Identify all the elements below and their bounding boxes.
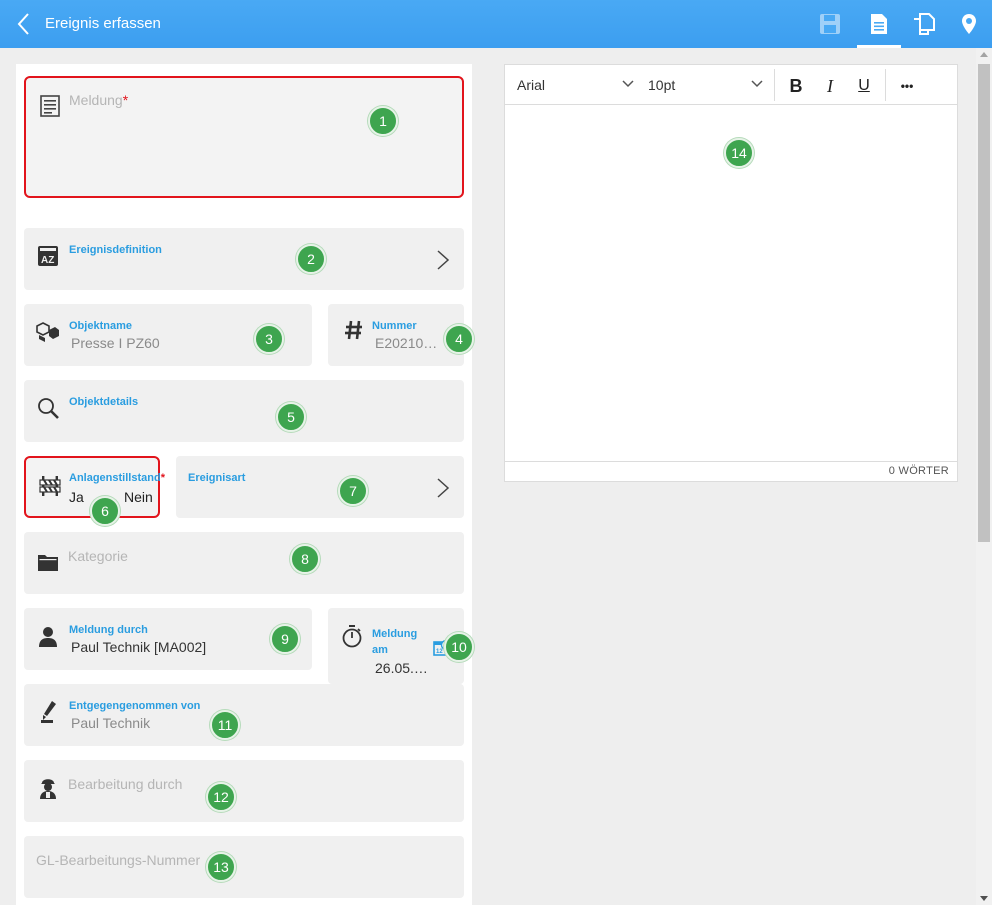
- font-size-select[interactable]: 10pt: [648, 77, 675, 93]
- callout-badge: 5: [276, 402, 306, 432]
- field-label: Objektdetails: [69, 396, 139, 408]
- copy-icon: [914, 13, 935, 35]
- field-label: Entgegengenommen von: [69, 700, 201, 712]
- more-options-button[interactable]: •••: [894, 73, 920, 99]
- field-label: Anlagenstillstand*: [69, 472, 165, 484]
- callout-badge: 11: [210, 710, 240, 740]
- callout-badge: 4: [444, 324, 474, 354]
- ereignisart-field[interactable]: Ereignisart 7: [176, 456, 464, 518]
- word-count: 0 WÖRTER: [888, 465, 949, 477]
- nummer-field[interactable]: Nummer E202105… 4: [328, 304, 474, 366]
- toolbar-divider: [774, 69, 775, 101]
- save-button[interactable]: [808, 0, 852, 48]
- hash-icon: [342, 318, 366, 342]
- callout-badge: 2: [296, 244, 326, 274]
- scrollbar-thumb[interactable]: [978, 64, 990, 542]
- scroll-down-arrow-icon[interactable]: [980, 896, 988, 901]
- bold-button[interactable]: B: [783, 73, 809, 99]
- field-label: Nummer: [372, 320, 417, 332]
- tab-document[interactable]: [857, 0, 901, 48]
- field-value: Paul Technik [MA002]: [71, 639, 207, 655]
- worker-icon: [36, 776, 60, 800]
- anlagenstillstand-field[interactable]: Anlagenstillstand* Ja Nein 6: [24, 456, 165, 526]
- editor-toolbar: Arial 10pt B I U •••: [505, 65, 957, 105]
- svg-text:12: 12: [436, 649, 443, 655]
- person-icon: [36, 625, 60, 649]
- callout-badge: 1: [368, 106, 398, 136]
- chevron-down-icon[interactable]: [622, 79, 634, 89]
- meldung-durch-field[interactable]: Meldung durch Paul Technik [MA002] 9: [24, 608, 312, 670]
- tab-location[interactable]: [947, 0, 991, 48]
- callout-badge: 7: [338, 476, 368, 506]
- document-icon: [871, 14, 887, 34]
- field-label: Ereignisdefinition: [69, 244, 162, 256]
- callout-badge: 9: [270, 624, 300, 654]
- pen-icon: [36, 700, 60, 724]
- field-label: Ereignisart: [188, 472, 246, 484]
- scroll-up-arrow-icon[interactable]: [980, 52, 988, 57]
- chevron-down-icon[interactable]: [751, 79, 763, 89]
- field-label: Meldung am: [372, 628, 418, 656]
- kategorie-field[interactable]: Kategorie 8: [24, 532, 464, 594]
- editor-content-area[interactable]: 14: [505, 106, 957, 462]
- save-icon: [820, 14, 840, 34]
- callout-badge: 3: [254, 324, 284, 354]
- editor-statusbar: 0 WÖRTER: [505, 461, 957, 481]
- stopwatch-icon: [340, 624, 364, 648]
- top-bar: Ereignis erfassen: [0, 0, 992, 48]
- kategorie-placeholder: Kategorie: [68, 548, 128, 564]
- underline-button[interactable]: U: [851, 73, 877, 99]
- text-lines-icon: [38, 94, 62, 118]
- ereignisdefinition-field[interactable]: AZ Ereignisdefinition 2: [24, 228, 464, 290]
- search-icon: [36, 396, 60, 420]
- field-label: Meldung durch: [69, 624, 148, 636]
- chevron-right-icon: [437, 250, 450, 270]
- field-value: Paul Technik: [71, 715, 151, 731]
- barrier-icon: [38, 474, 62, 498]
- italic-button[interactable]: I: [817, 73, 843, 99]
- field-value: 26.05.…: [375, 660, 428, 676]
- meldung-field[interactable]: Meldung* 1: [24, 76, 464, 198]
- entgegengenommen-field[interactable]: Entgegengenommen von Paul Technik 11: [24, 684, 464, 746]
- callout-badge: 13: [206, 852, 236, 882]
- meldung-am-field[interactable]: Meldung am 26.05.… 12 10: [328, 608, 474, 684]
- boxes-icon: [36, 320, 60, 344]
- chevron-right-icon: [437, 478, 450, 498]
- bearbeitung-durch-field[interactable]: Bearbeitung durch 12: [24, 760, 464, 822]
- gl-nummer-placeholder: GL-Bearbeitungs-Nummer: [36, 852, 201, 868]
- form-panel: Meldung* 1 AZ Ereignisdefinition 2 Objek…: [16, 64, 474, 905]
- back-button[interactable]: [8, 8, 38, 40]
- folder-icon: [36, 550, 60, 574]
- toggle-option-no[interactable]: Nein: [124, 489, 153, 505]
- field-value: E202105…: [375, 335, 445, 351]
- callout-badge: 14: [724, 138, 754, 168]
- toggle-option-yes[interactable]: Ja: [69, 489, 84, 505]
- callout-badge: 6: [90, 496, 120, 526]
- svg-text:AZ: AZ: [41, 255, 54, 266]
- az-icon: AZ: [36, 244, 60, 268]
- objektname-field[interactable]: Objektname Presse I PZ60 3: [24, 304, 312, 366]
- toolbar-divider: [885, 69, 886, 101]
- field-label: Objektname: [69, 320, 132, 332]
- field-value: Presse I PZ60: [71, 335, 160, 351]
- gl-nummer-field[interactable]: GL-Bearbeitungs-Nummer 13: [24, 836, 464, 898]
- tab-copy[interactable]: [902, 0, 946, 48]
- meldung-placeholder: Meldung*: [69, 92, 129, 108]
- rich-text-editor: Arial 10pt B I U ••• 14 0 WÖRTER: [504, 64, 958, 482]
- page-title: Ereignis erfassen: [45, 15, 161, 32]
- back-arrow-icon: [17, 13, 29, 35]
- callout-badge: 10: [444, 632, 474, 662]
- bearbeitung-placeholder: Bearbeitung durch: [68, 776, 183, 792]
- objektdetails-field[interactable]: Objektdetails 5: [24, 380, 464, 442]
- font-family-select[interactable]: Arial: [517, 77, 545, 93]
- callout-badge: 8: [290, 544, 320, 574]
- callout-badge: 12: [206, 782, 236, 812]
- location-pin-icon: [962, 14, 976, 34]
